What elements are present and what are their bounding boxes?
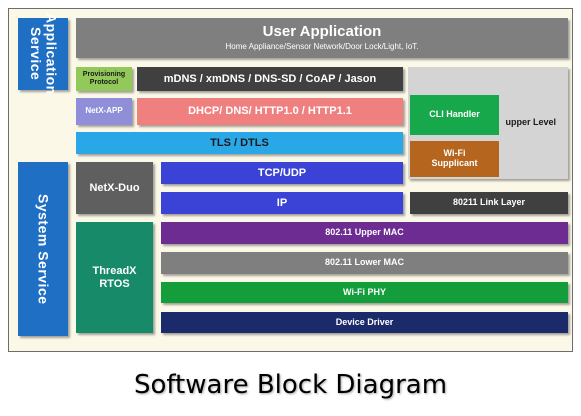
wifi-phy-block: Wi-Fi PHY bbox=[161, 282, 568, 303]
application-service-block: Application Service bbox=[18, 13, 68, 95]
upper-mac-block: 802.11 Upper MAC bbox=[161, 222, 568, 244]
wifi-phy-label: Wi-Fi PHY bbox=[343, 286, 386, 297]
tls-dtls-block: TLS / DTLS bbox=[76, 132, 403, 154]
netx-app-block: NetX-APP bbox=[76, 98, 132, 125]
provisioning-protocol-block: Provisioning Protocol bbox=[76, 67, 132, 91]
tcp-udp-block: TCP/UDP bbox=[161, 162, 403, 184]
ip-block: IP bbox=[161, 192, 403, 214]
upper-level-label: upper Level bbox=[505, 117, 556, 128]
tcp-udp-label: TCP/UDP bbox=[257, 166, 307, 179]
device-driver-block: Device Driver bbox=[161, 312, 568, 333]
device-driver-label: Device Driver bbox=[335, 316, 394, 327]
mdns-stack-block: mDNS / xmDNS / DNS-SD / CoAP / Jason bbox=[137, 67, 403, 91]
system-service-block: System Service bbox=[18, 162, 68, 336]
provisioning-protocol-label: Provisioning Protocol bbox=[82, 71, 126, 86]
system-service-label: System Service bbox=[35, 193, 52, 305]
upper-mac-label: 802.11 Upper MAC bbox=[325, 227, 404, 238]
lower-mac-block: 802.11 Lower MAC bbox=[161, 252, 568, 274]
wifi-supplicant-label: Wi-Fi Supplicant bbox=[431, 148, 478, 168]
ip-label: IP bbox=[276, 196, 288, 209]
wifi-supplicant-block: Wi-Fi Supplicant bbox=[410, 141, 499, 177]
link-layer-label: 80211 Link Layer bbox=[452, 197, 526, 208]
diagram-caption: Software Block Diagram bbox=[133, 370, 448, 400]
dhcp-stack-label: DHCP/ DNS/ HTTP1.0 / HTTP1.1 bbox=[188, 105, 352, 118]
user-application-block: User Application Home Appliance/Sensor N… bbox=[76, 18, 568, 58]
dhcp-stack-block: DHCP/ DNS/ HTTP1.0 / HTTP1.1 bbox=[137, 98, 403, 125]
netx-duo-label: NetX-Duo bbox=[89, 181, 140, 194]
lower-mac-label: 802.11 Lower MAC bbox=[324, 257, 405, 268]
threadx-rtos-block: ThreadX RTOS bbox=[76, 222, 153, 333]
user-application-title: User Application bbox=[262, 23, 382, 41]
netx-app-label: NetX-APP bbox=[85, 106, 123, 116]
cli-handler-block: CLI Handler bbox=[410, 95, 499, 135]
threadx-rtos-label: ThreadX RTOS bbox=[92, 265, 137, 290]
link-layer-block: 80211 Link Layer bbox=[410, 192, 568, 214]
cli-handler-label: CLI Handler bbox=[429, 109, 480, 120]
tls-dtls-label: TLS / DTLS bbox=[210, 136, 269, 149]
user-application-subtitle: Home Appliance/Sensor Network/Door Lock/… bbox=[225, 41, 419, 51]
application-service-label: Application Service bbox=[28, 13, 60, 95]
netx-duo-block: NetX-Duo bbox=[76, 162, 153, 214]
mdns-stack-label: mDNS / xmDNS / DNS-SD / CoAP / Jason bbox=[163, 72, 377, 85]
